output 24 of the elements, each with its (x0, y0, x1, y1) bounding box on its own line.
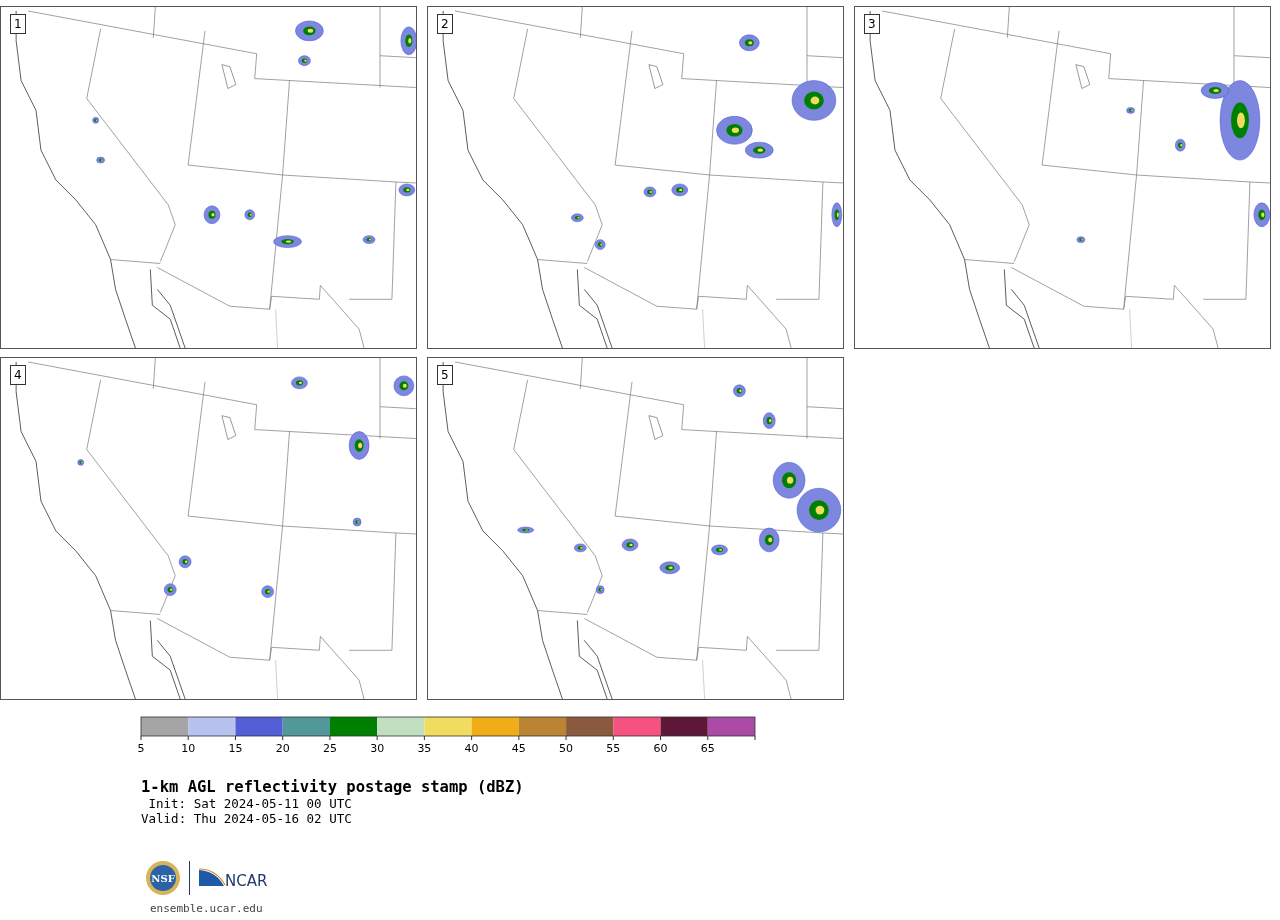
ncar-logo: NCAR (198, 867, 272, 889)
tick-label: 10 (181, 742, 196, 755)
tick-label: 55 (606, 742, 621, 755)
site-url: ensemble.ucar.edu (150, 902, 264, 915)
tick-label: 15 (228, 742, 243, 755)
panel-number: 4 (10, 365, 26, 385)
tick-label: 25 (322, 742, 337, 755)
panel-number: 3 (864, 14, 880, 34)
tick-label: 50 (559, 742, 574, 755)
panel-number: 1 (10, 14, 26, 34)
tick-label: 40 (464, 742, 479, 755)
tick-label: 45 (511, 742, 526, 755)
tick-label: 60 (653, 742, 668, 755)
tick-label: 65 (700, 742, 715, 755)
tick-label: 35 (417, 742, 432, 755)
chart-title: 1-km AGL reflectivity postage stamp (dBZ) (141, 778, 525, 796)
tick-label: 20 (275, 742, 290, 755)
nsf-logo: NSF (145, 860, 181, 896)
tick-label: 30 (370, 742, 385, 755)
valid-time: Valid: Thu 2024-05-16 02 UTC (141, 811, 353, 826)
init-time: Init: Sat 2024-05-11 00 UTC (147, 796, 353, 811)
panel-number: 5 (437, 365, 453, 385)
tick-label: 5 (137, 742, 145, 755)
panel-number: 2 (437, 14, 453, 34)
